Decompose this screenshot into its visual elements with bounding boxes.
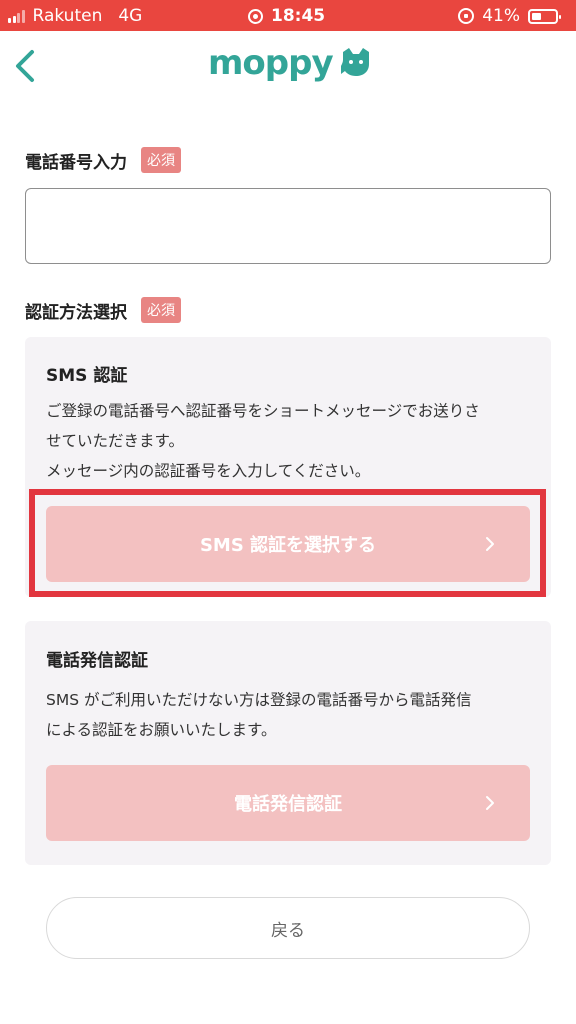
chevron-right-icon <box>486 537 494 551</box>
moppy-logo: moppy <box>208 40 375 86</box>
call-card-description: SMS がご利用いただけない方は登録の電話番号から電話発信 による認証をお願いい… <box>46 685 471 745</box>
back-button-label: 戻る <box>271 920 305 941</box>
call-desc-line: による認証をお願いいたします。 <box>46 721 277 739</box>
method-label-text: 認証方法選択 <box>25 302 127 323</box>
chevron-right-icon <box>486 796 494 810</box>
select-call-button-label: 電話発信認証 <box>234 794 342 815</box>
logo-text: moppy <box>208 43 334 83</box>
battery-percent: 41% <box>482 6 520 26</box>
sms-card-title: SMS 認証 <box>46 366 128 386</box>
battery-fill <box>532 12 541 20</box>
network-type: 4G <box>118 6 143 26</box>
back-button[interactable]: 戻る <box>46 897 530 959</box>
call-desc-line: SMS がご利用いただけない方は登録の電話番号から電話発信 <box>46 691 472 709</box>
status-center: 18:45 <box>248 6 325 26</box>
status-left: Rakuten 4G <box>8 6 142 26</box>
orientation-lock-icon <box>458 8 475 24</box>
method-label: 認証方法選択 必須 <box>25 297 181 323</box>
select-sms-button[interactable]: SMS 認証を選択する <box>46 506 530 582</box>
phone-label-text: 電話番号入力 <box>25 152 127 173</box>
required-badge: 必須 <box>141 147 181 173</box>
battery-icon <box>528 8 561 24</box>
sms-desc-line: せていただきます。 <box>46 432 184 450</box>
sms-card-description: ご登録の電話番号へ認証番号をショートメッセージでお送りさ せていただきます。 メ… <box>46 396 480 486</box>
screen-record-icon <box>248 8 263 24</box>
mascot-icon <box>340 48 369 76</box>
phone-label: 電話番号入力 必須 <box>25 147 181 173</box>
signal-icon <box>8 9 25 23</box>
phone-number-input[interactable] <box>25 188 551 264</box>
chevron-left-icon[interactable] <box>12 48 40 84</box>
sms-desc-line: ご登録の電話番号へ認証番号をショートメッセージでお送りさ <box>46 402 480 420</box>
status-right: 41% <box>458 6 561 26</box>
select-call-button[interactable]: 電話発信認証 <box>46 765 530 841</box>
status-bar: Rakuten 4G 18:45 41% <box>0 0 576 31</box>
carrier-name: Rakuten <box>32 6 103 26</box>
status-time: 18:45 <box>271 6 326 26</box>
required-badge: 必須 <box>141 297 181 323</box>
sms-desc-line: メッセージ内の認証番号を入力してください。 <box>46 462 371 480</box>
call-card-title: 電話発信認証 <box>46 651 148 671</box>
select-sms-button-label: SMS 認証を選択する <box>199 535 377 556</box>
